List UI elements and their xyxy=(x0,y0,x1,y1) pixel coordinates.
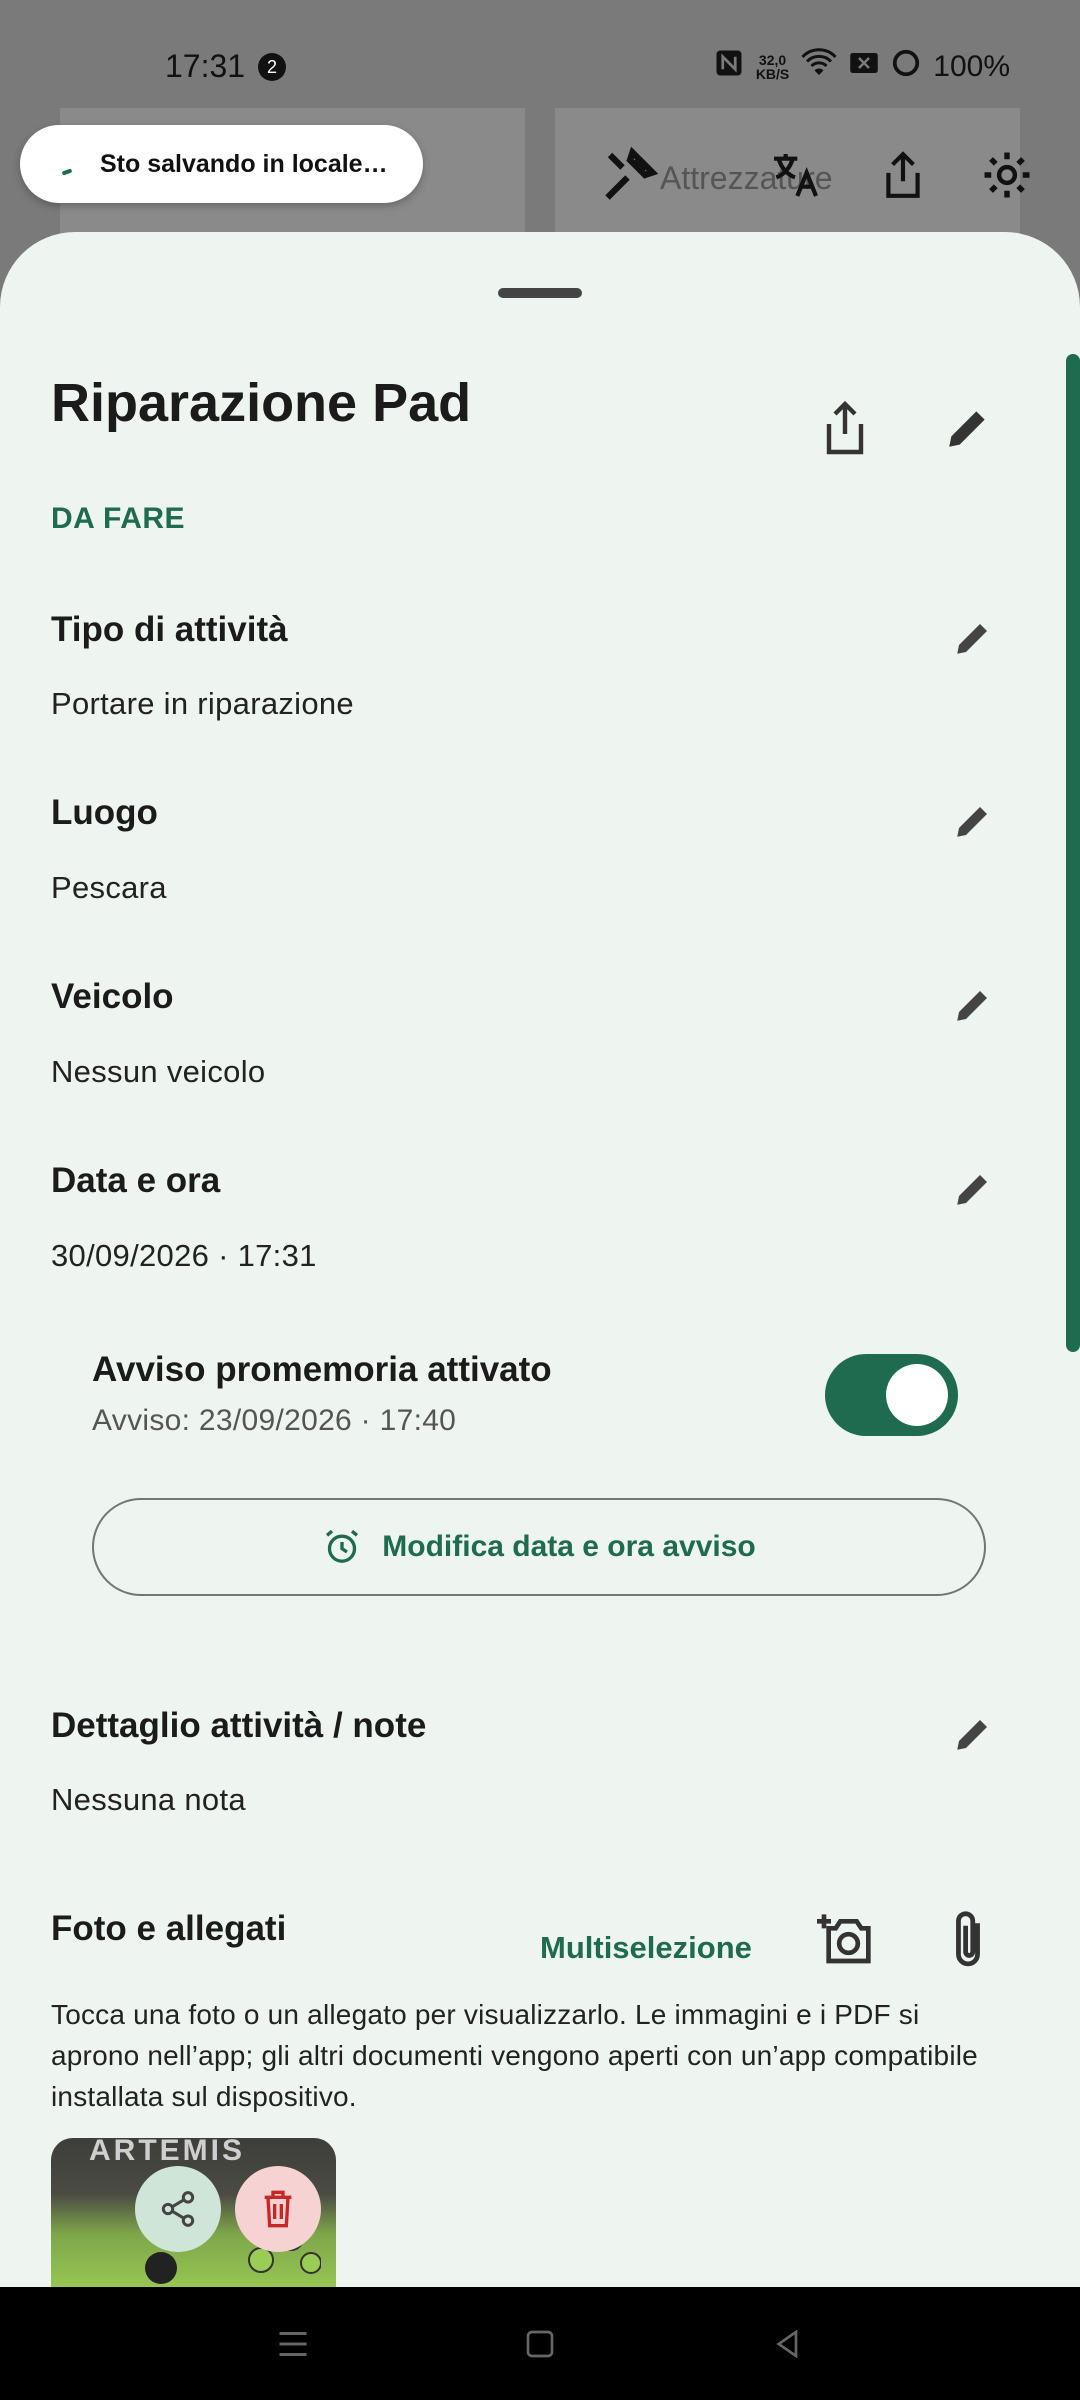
datetime-value: 30/09/2026 · 17:31 xyxy=(51,1238,317,1273)
no-sim-icon xyxy=(849,50,879,84)
place-label: Luogo xyxy=(51,793,158,832)
toast-text: Sto salvando in locale… xyxy=(100,149,388,178)
navigation-bar xyxy=(0,2287,1080,2400)
wifi-icon xyxy=(801,48,837,86)
type-value: Portare in riparazione xyxy=(51,686,354,721)
notification-badge: 2 xyxy=(258,53,286,81)
add-photo-button[interactable] xyxy=(805,1900,885,1980)
saving-toast: Sto salvando in locale… xyxy=(20,125,423,203)
notes-label: Dettaglio attività / note xyxy=(51,1706,427,1745)
attachments-help-text: Tocca una foto o un allegato per visuali… xyxy=(51,1999,978,2112)
add-camera-icon xyxy=(817,1914,871,1964)
toggle-knob xyxy=(886,1364,948,1426)
thumbnail-text: ARTEMIS xyxy=(89,2138,245,2167)
network-speed: 32,0 KB/S xyxy=(755,52,790,82)
edit-type-button[interactable] xyxy=(945,610,1001,666)
edit-vehicle-button[interactable] xyxy=(945,977,1001,1033)
attach-file-button[interactable] xyxy=(928,1900,1008,1980)
place-value: Pescara xyxy=(51,870,167,905)
paperclip-icon xyxy=(956,1911,980,1967)
translate-icon xyxy=(760,140,830,210)
share-icon xyxy=(868,140,938,210)
type-label: Tipo di attività xyxy=(51,610,288,649)
share-activity-button[interactable] xyxy=(805,388,885,468)
edit-title-button[interactable] xyxy=(928,388,1008,468)
edit-notes-button[interactable] xyxy=(945,1706,1001,1762)
share-nodes-icon xyxy=(161,2191,195,2227)
notes-value: Nessuna nota xyxy=(51,1782,246,1817)
edit-reminder-label: Modifica data e ora avviso xyxy=(382,1530,756,1563)
reminder-title: Avviso promemoria attivato xyxy=(92,1350,552,1389)
pencil-icon xyxy=(957,624,987,654)
trash-icon xyxy=(264,2190,292,2228)
pencil-icon xyxy=(957,991,987,1021)
battery-icon xyxy=(891,48,921,86)
vehicle-value: Nessun veicolo xyxy=(51,1054,266,1089)
reminder-toggle[interactable] xyxy=(825,1354,958,1436)
battery-level: 100% xyxy=(933,50,1010,83)
edit-datetime-button[interactable] xyxy=(945,1161,1001,1217)
recents-icon[interactable] xyxy=(270,2321,316,2367)
drag-handle[interactable] xyxy=(498,288,582,298)
status-time: 17:31 xyxy=(165,48,246,84)
edit-reminder-button[interactable]: Modifica data e ora avviso xyxy=(92,1498,986,1596)
vehicle-label: Veicolo xyxy=(51,977,174,1016)
status-label: DA FARE xyxy=(51,502,186,535)
pencil-icon xyxy=(957,1175,987,1205)
pencil-icon xyxy=(957,807,987,837)
status-bar: 17:31 2 32,0 KB/S 100% xyxy=(0,0,1080,110)
datetime-label: Data e ora xyxy=(51,1161,221,1200)
share-attachment-button[interactable] xyxy=(135,2166,221,2252)
back-icon[interactable] xyxy=(765,2321,811,2367)
share-icon xyxy=(826,400,864,455)
status-indicators: 32,0 KB/S 100% xyxy=(714,48,1010,86)
multiselect-button[interactable]: Multiselezione xyxy=(540,1930,752,1966)
pencil-icon xyxy=(949,411,985,447)
tools-icon xyxy=(595,140,665,210)
edit-place-button[interactable] xyxy=(945,793,1001,849)
attachments-label: Foto e allegati xyxy=(51,1909,287,1948)
activity-detail-sheet: Riparazione Pad DA FARE Tipo di attività… xyxy=(0,232,1080,2287)
home-icon[interactable] xyxy=(517,2321,563,2367)
delete-attachment-button[interactable] xyxy=(235,2166,321,2252)
pencil-icon xyxy=(957,1720,987,1750)
reminder-subtitle: Avviso: 23/09/2026 · 17:40 xyxy=(92,1404,457,1437)
scrollbar[interactable] xyxy=(1066,354,1080,1352)
loading-spinner-icon xyxy=(62,154,82,174)
alarm-clock-icon xyxy=(326,1529,359,1563)
nfc-icon xyxy=(714,48,744,86)
settings-icon xyxy=(972,140,1042,210)
activity-title: Riparazione Pad xyxy=(51,373,472,433)
